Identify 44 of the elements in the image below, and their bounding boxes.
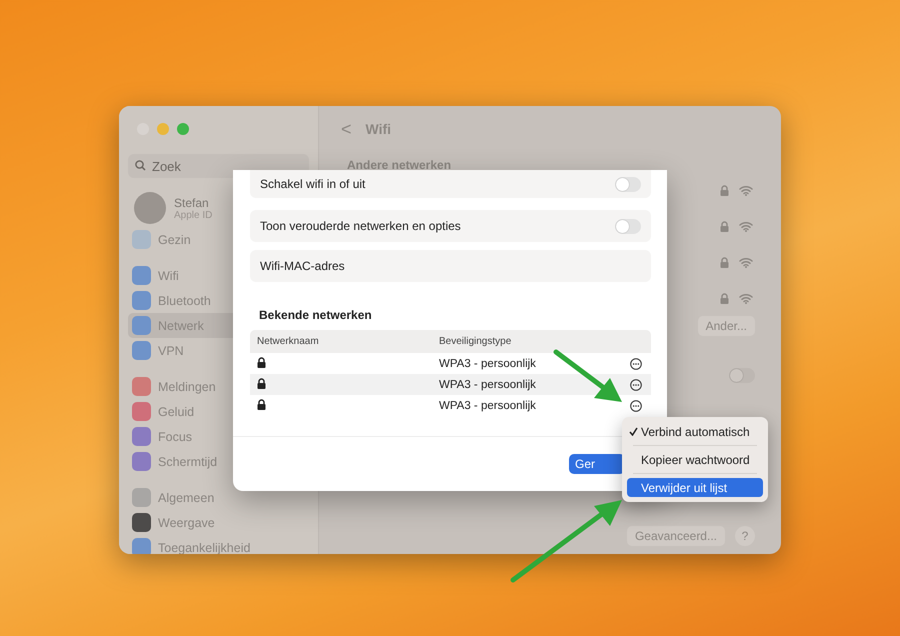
wifi-icon bbox=[739, 220, 753, 232]
more-icon[interactable] bbox=[630, 358, 642, 370]
setting-label: Wifi-MAC-adres bbox=[260, 259, 345, 273]
avatar[interactable] bbox=[134, 192, 166, 224]
help-button[interactable]: ? bbox=[735, 526, 755, 546]
column-header: Netwerknaam bbox=[256, 336, 320, 347]
menu-item[interactable]: Verbind automatisch bbox=[627, 422, 763, 441]
profile-name: Stefan bbox=[174, 196, 210, 210]
search-icon bbox=[135, 160, 146, 171]
more-icon[interactable] bbox=[630, 400, 642, 412]
sidebar-item[interactable]: Algemeen bbox=[128, 485, 309, 510]
zoom-button[interactable] bbox=[177, 123, 189, 135]
sidebar-item[interactable]: Schermtijd bbox=[128, 449, 309, 474]
wifi-icon bbox=[739, 292, 753, 304]
toggle-switch[interactable] bbox=[615, 218, 641, 234]
window-title: Wifi bbox=[366, 121, 392, 137]
sidebar-item[interactable]: Weergave bbox=[128, 510, 309, 535]
table-cell-text: WPA3 - persoonlijk bbox=[438, 358, 537, 370]
column-header: Beveiligingstype bbox=[438, 336, 512, 347]
lock-icon bbox=[257, 356, 266, 368]
advanced-button[interactable]: Geavanceerd... bbox=[626, 526, 725, 546]
table-cell-text: WPA3 - persoonlijk bbox=[438, 378, 537, 390]
menu-item[interactable]: Kopieer wachtwoord bbox=[627, 450, 763, 469]
sidebar-item[interactable]: Meldingen bbox=[128, 374, 309, 399]
toggle-switch[interactable] bbox=[729, 368, 755, 383]
lock-icon bbox=[257, 398, 266, 410]
arrow bbox=[554, 350, 622, 402]
sidebar-item[interactable]: Focus bbox=[128, 424, 309, 449]
sidebar-item[interactable]: Geluid bbox=[128, 399, 309, 424]
setting-label: Schakel wifi in of uit bbox=[260, 177, 366, 191]
more-icon[interactable] bbox=[630, 378, 642, 390]
toggle-switch[interactable] bbox=[615, 176, 641, 192]
wifi-icon bbox=[739, 256, 753, 268]
back-button[interactable]: < bbox=[341, 118, 352, 140]
table-cell-text: WPA3 - persoonlijk bbox=[438, 400, 537, 412]
lock-icon bbox=[257, 378, 266, 388]
other-button[interactable]: Ander... bbox=[698, 316, 755, 336]
minimize-button[interactable] bbox=[157, 123, 169, 135]
setting-label: Toon verouderde netwerken en opties bbox=[260, 219, 461, 233]
wifi-icon bbox=[739, 184, 753, 196]
done-button[interactable]: Ger bbox=[568, 454, 625, 474]
menu-item[interactable]: Verwijder uit lijst bbox=[627, 478, 763, 497]
checkmark-icon bbox=[629, 427, 638, 436]
sidebar-item[interactable]: Toegankelijkheid bbox=[128, 535, 309, 554]
